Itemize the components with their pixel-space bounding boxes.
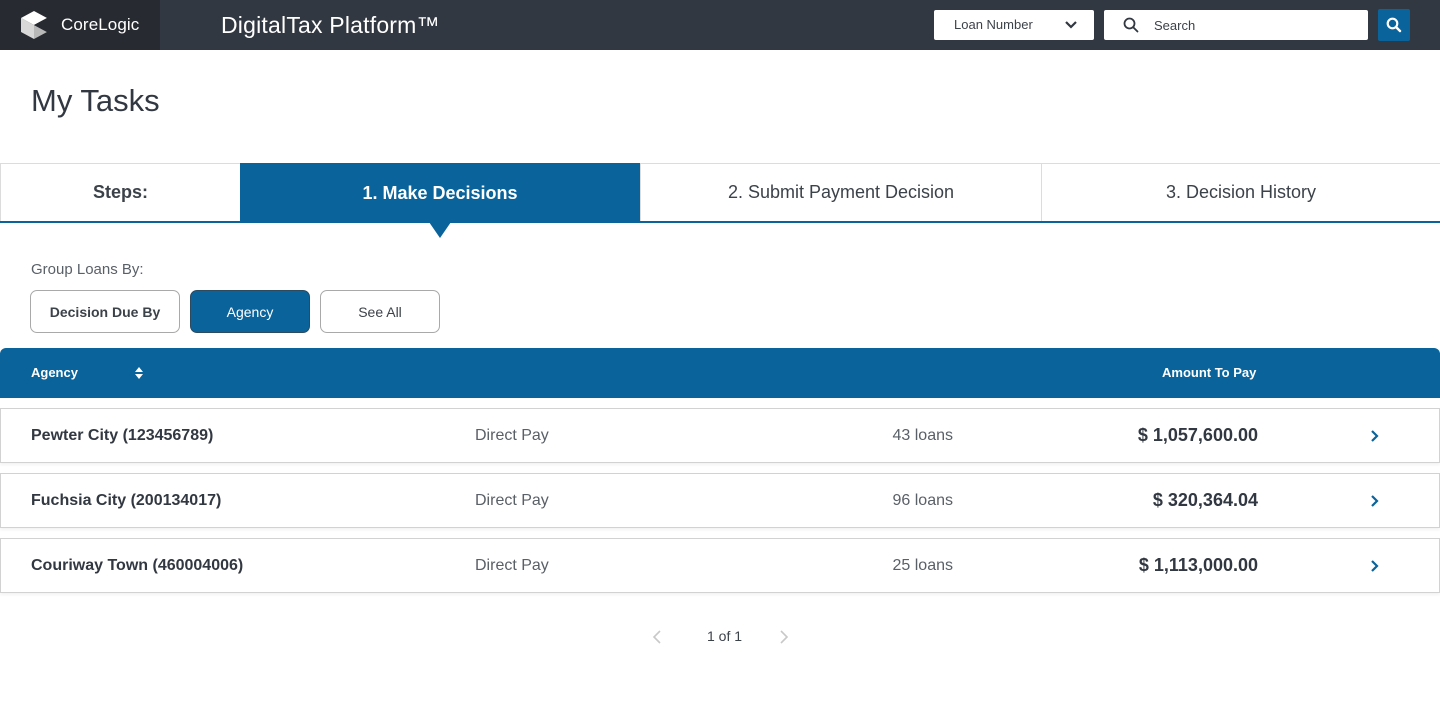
table-row[interactable]: Pewter City (123456789) Direct Pay 43 lo… [0, 408, 1440, 463]
chevron-right-icon[interactable] [1370, 429, 1380, 443]
loan-count: 43 loans [892, 427, 954, 444]
search-button[interactable] [1378, 9, 1410, 41]
chevron-right-icon[interactable] [1370, 559, 1380, 573]
table-header: Agency Amount To Pay [0, 348, 1440, 398]
search-type-selected: Loan Number [954, 17, 1033, 32]
payment-type: Direct Pay [475, 492, 549, 509]
brand-name: CoreLogic [61, 15, 140, 34]
group-by-decision-due-button[interactable]: Decision Due By [30, 290, 180, 333]
search-input[interactable] [1154, 10, 1354, 40]
payment-type: Direct Pay [475, 557, 549, 574]
search-box [1104, 10, 1368, 40]
brand[interactable]: CoreLogic [0, 0, 160, 50]
top-navbar: CoreLogic DigitalTax Platform™ Loan Numb… [0, 0, 1440, 50]
page-title: My Tasks [31, 83, 160, 118]
column-header-amount: Amount To Pay [1162, 365, 1257, 380]
pagination-prev-icon[interactable] [651, 628, 663, 646]
amount-to-pay: $ 320,364.04 [1152, 490, 1258, 510]
agency-name: Couriway Town (460004006) [31, 557, 244, 574]
loan-count: 96 loans [892, 492, 954, 509]
steps-nav: Steps: 1. Make Decisions 2. Submit Payme… [0, 163, 1440, 223]
payment-type: Direct Pay [475, 427, 549, 444]
search-type-select[interactable]: Loan Number [934, 10, 1094, 40]
step-make-decisions[interactable]: 1. Make Decisions [240, 163, 640, 223]
table-row[interactable]: Fuchsia City (200134017) Direct Pay 96 l… [0, 473, 1440, 528]
agency-name: Pewter City (123456789) [31, 427, 214, 444]
chevron-down-icon [1065, 21, 1077, 29]
group-by-see-all-button[interactable]: See All [320, 290, 440, 333]
steps-label: Steps: [0, 163, 240, 221]
group-by-agency-button[interactable]: Agency [190, 290, 310, 333]
app-title: DigitalTax Platform™ [221, 12, 440, 38]
step-submit-payment-decision[interactable]: 2. Submit Payment Decision [640, 163, 1041, 221]
chevron-right-icon[interactable] [1370, 494, 1380, 508]
step-decision-history[interactable]: 3. Decision History [1041, 163, 1440, 221]
pagination-next-icon[interactable] [778, 628, 790, 646]
agency-name: Fuchsia City (200134017) [31, 492, 222, 509]
column-header-agency[interactable]: Agency [31, 365, 78, 380]
group-loans-label: Group Loans By: [31, 261, 144, 278]
search-icon [1386, 17, 1402, 33]
amount-to-pay: $ 1,057,600.00 [1137, 425, 1258, 445]
sort-icon[interactable] [134, 365, 144, 381]
search-icon [1123, 17, 1139, 33]
corelogic-logo-icon [21, 11, 47, 39]
loan-count: 25 loans [892, 557, 954, 574]
pagination-status: 1 of 1 [707, 628, 743, 644]
amount-to-pay: $ 1,113,000.00 [1138, 555, 1258, 575]
active-step-caret-icon [429, 222, 451, 238]
table-row[interactable]: Couriway Town (460004006) Direct Pay 25 … [0, 538, 1440, 593]
